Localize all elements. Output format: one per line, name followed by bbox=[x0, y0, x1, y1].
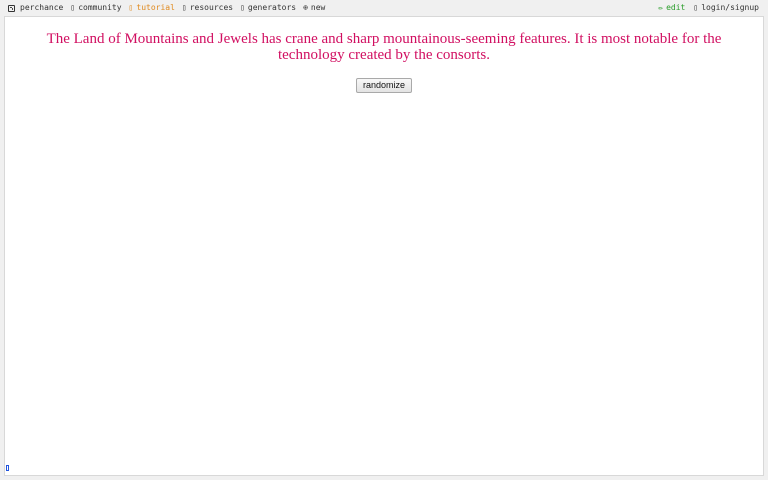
nav-item-tutorial[interactable]: ▯ tutorial bbox=[129, 0, 175, 16]
resources-icon: ▯ bbox=[181, 3, 187, 12]
nav-right-group: ✏ edit ▯ login/signup bbox=[650, 0, 759, 16]
community-icon: ▯ bbox=[70, 3, 76, 12]
pencil-icon: ✏ bbox=[658, 3, 664, 12]
dice-icon bbox=[8, 4, 15, 12]
plus-circle-icon: ⊕ bbox=[303, 3, 308, 12]
nav-item-community[interactable]: ▯ community bbox=[70, 0, 121, 16]
generator-output-frame: The Land of Mountains and Jewels has cra… bbox=[4, 16, 764, 476]
edit-label: edit bbox=[666, 3, 686, 12]
nav-item-new[interactable]: ⊕ new bbox=[303, 0, 325, 16]
nav-item-label: new bbox=[310, 3, 326, 12]
user-icon: ▯ bbox=[693, 3, 699, 12]
nav-item-label: resources bbox=[189, 3, 234, 12]
generators-icon: ▯ bbox=[240, 3, 245, 12]
nav-item-generators[interactable]: ▯ generators bbox=[240, 0, 296, 16]
nav-left-group: perchance ▯ community ▯ tutorial ▯ resou… bbox=[8, 0, 332, 16]
randomize-button[interactable]: randomize bbox=[356, 78, 412, 93]
nav-item-resources[interactable]: ▯ resources bbox=[182, 0, 233, 16]
login-signup-label: login/signup bbox=[701, 3, 759, 12]
tutorial-icon: ▯ bbox=[128, 3, 134, 12]
generated-output-text: The Land of Mountains and Jewels has cra… bbox=[46, 31, 722, 63]
nav-item-label: generators bbox=[247, 3, 297, 12]
top-nav-bar: perchance ▯ community ▯ tutorial ▯ resou… bbox=[0, 0, 768, 16]
edit-link[interactable]: ✏ edit bbox=[658, 0, 685, 16]
nav-item-label: community bbox=[78, 3, 122, 12]
nav-brand-label: perchance bbox=[20, 3, 64, 12]
nav-brand-perchance[interactable]: perchance bbox=[8, 0, 63, 16]
login-signup-link[interactable]: ▯ login/signup bbox=[693, 0, 759, 16]
frame-corner-handle-icon bbox=[6, 465, 9, 471]
nav-item-label: tutorial bbox=[136, 3, 175, 12]
